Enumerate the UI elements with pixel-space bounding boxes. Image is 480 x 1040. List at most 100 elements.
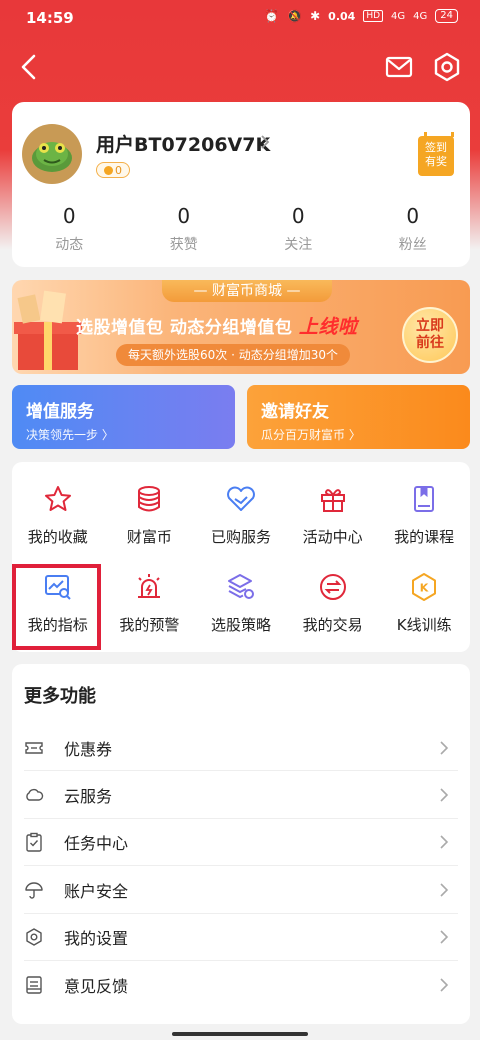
alarm-status-icon: ⏰ — [264, 9, 280, 23]
highlight-box — [12, 564, 101, 650]
stat-following[interactable]: 0 关注 — [241, 204, 356, 254]
service-purchased[interactable]: 已购服务 — [195, 484, 287, 547]
banner-subtitle: 每天额外选股60次 · 动态分组增加30个 — [116, 344, 350, 366]
status-bar: 14:59 ⏰ 🔕 ✱ 0.04 HD 4G 4G 24 — [0, 0, 480, 36]
services-grid: 我的收藏 财富币 已购服务 活动中心 我的课程 我的指标 我的预警 选股策略 我… — [12, 462, 470, 652]
stat-value: 0 — [177, 204, 191, 228]
service-stock-strategy[interactable]: 选股策略 — [195, 572, 287, 635]
network-speed: 0.04 — [328, 9, 356, 23]
promo-subtitle: 决策领先一步 〉 — [26, 428, 114, 442]
banner-go-button[interactable]: 立即 前往 — [402, 307, 458, 363]
chevron-right-icon — [440, 930, 449, 944]
value-added-service-card[interactable]: 增值服务 决策领先一步 〉 — [12, 385, 235, 449]
menu-label: 账户安全 — [64, 881, 129, 901]
service-activity-center[interactable]: 活动中心 — [287, 484, 379, 547]
clipboard-icon — [26, 833, 42, 853]
service-label: 已购服务 — [210, 528, 271, 546]
stat-label: 粉丝 — [398, 237, 427, 253]
bell-off-icon: 🔕 — [287, 9, 303, 23]
settings-icon[interactable] — [430, 50, 464, 84]
avatar[interactable] — [22, 124, 82, 184]
service-label: K线训练 — [396, 616, 452, 634]
stat-likes[interactable]: 0 获赞 — [127, 204, 242, 254]
banner-title-main: 选股增值包 动态分组增值包 — [76, 318, 293, 338]
coin-count: 0 — [115, 163, 122, 177]
star-icon — [44, 486, 71, 511]
invite-friends-card[interactable]: 邀请好友 瓜分百万财富币 〉 — [247, 385, 470, 449]
stat-value: 0 — [291, 204, 305, 228]
service-my-alerts[interactable]: 我的预警 — [104, 572, 196, 635]
menu-item-account-security[interactable]: 账户安全 — [12, 866, 470, 914]
username[interactable]: 用户BT07206V7K — [96, 130, 270, 157]
stat-label: 获赞 — [169, 237, 198, 253]
chevron-right-icon[interactable] — [258, 132, 272, 152]
service-label: 活动中心 — [302, 528, 363, 546]
k-line-icon: K — [412, 573, 437, 601]
battery-icon: 24 — [435, 9, 458, 23]
checkin-label-1: 签到 — [425, 141, 447, 154]
frog-avatar-icon — [32, 142, 72, 172]
feedback-icon — [26, 975, 42, 994]
svg-text:K: K — [420, 582, 429, 595]
banner-title-highlight: 上线啦 — [298, 316, 358, 338]
banner-title: 选股增值包 动态分组增值包 上线啦 — [76, 312, 357, 339]
service-label: 我的交易 — [302, 616, 363, 634]
service-k-line-training[interactable]: K K线训练 — [378, 572, 470, 635]
go-label-1: 立即 — [416, 318, 444, 334]
ticket-icon — [25, 741, 43, 754]
service-coins[interactable]: 财富币 — [104, 484, 196, 547]
menu-item-feedback[interactable]: 意见反馈 — [12, 961, 470, 1008]
menu-item-coupons[interactable]: 优惠券 — [12, 724, 470, 772]
checkin-button[interactable]: 签到 有奖 — [418, 132, 454, 176]
service-label: 财富币 — [126, 528, 172, 546]
service-label: 我的预警 — [119, 616, 180, 634]
book-icon — [414, 486, 435, 512]
cloud-icon — [26, 788, 44, 801]
chevron-right-icon — [440, 788, 449, 802]
menu-label: 优惠券 — [64, 739, 113, 759]
service-courses[interactable]: 我的课程 — [378, 484, 470, 547]
signal-1: 4G — [391, 10, 406, 22]
menu-item-settings[interactable]: 我的设置 — [12, 914, 470, 962]
menu-item-task-center[interactable]: 任务中心 — [12, 819, 470, 867]
stat-posts[interactable]: 0 动态 — [12, 204, 127, 254]
service-label: 我的收藏 — [27, 528, 88, 546]
coin-stack-icon — [138, 486, 161, 512]
umbrella-icon — [25, 882, 43, 899]
chevron-right-icon — [440, 978, 449, 992]
coin-badge[interactable]: 0 — [96, 162, 130, 178]
mall-banner[interactable]: — 财富币商城 — 选股增值包 动态分组增值包 上线啦 每天额外选股60次 · … — [12, 280, 470, 374]
stat-label: 动态 — [55, 237, 84, 253]
alarm-icon — [138, 574, 161, 598]
profile-stats: 0 动态 0 获赞 0 关注 0 粉丝 — [12, 204, 470, 254]
menu-item-cloud-service[interactable]: 云服务 — [12, 771, 470, 820]
profile-card: 用户BT07206V7K 0 签到 有奖 0 动态 0 获赞 0 关注 0 粉丝 — [12, 102, 470, 267]
service-label: 我的课程 — [394, 528, 455, 546]
status-time: 14:59 — [26, 9, 74, 27]
gift-icon — [320, 489, 345, 512]
menu-label: 任务中心 — [64, 834, 129, 854]
promo-subtitle: 瓜分百万财富币 〉 — [261, 428, 361, 442]
hd-badge: HD — [363, 10, 384, 22]
promo-title: 增值服务 — [26, 402, 94, 422]
menu-list: 优惠券 云服务 任务中心 账户安全 我的设置 意见反馈 — [12, 724, 470, 1008]
gear-icon — [26, 928, 42, 946]
signal-2: 4G — [413, 10, 428, 22]
layers-icon — [227, 574, 254, 599]
stat-label: 关注 — [284, 237, 313, 253]
mail-icon[interactable] — [384, 52, 414, 82]
menu-label: 我的设置 — [64, 929, 129, 949]
coin-icon — [104, 165, 113, 175]
exchange-icon — [319, 574, 346, 600]
service-label: 选股策略 — [210, 616, 271, 634]
bluetooth-icon: ✱ — [310, 9, 321, 23]
back-icon[interactable] — [14, 50, 44, 84]
chevron-right-icon — [440, 835, 449, 850]
services-row: 我的收藏 财富币 已购服务 活动中心 我的课程 — [12, 484, 470, 547]
status-icons: ⏰ 🔕 ✱ 0.04 HD 4G 4G 24 — [264, 9, 458, 23]
home-indicator[interactable] — [172, 1032, 308, 1036]
menu-label: 意见反馈 — [64, 976, 129, 996]
service-my-trades[interactable]: 我的交易 — [287, 572, 379, 635]
stat-followers[interactable]: 0 粉丝 — [356, 204, 471, 254]
service-favorites[interactable]: 我的收藏 — [12, 484, 104, 547]
